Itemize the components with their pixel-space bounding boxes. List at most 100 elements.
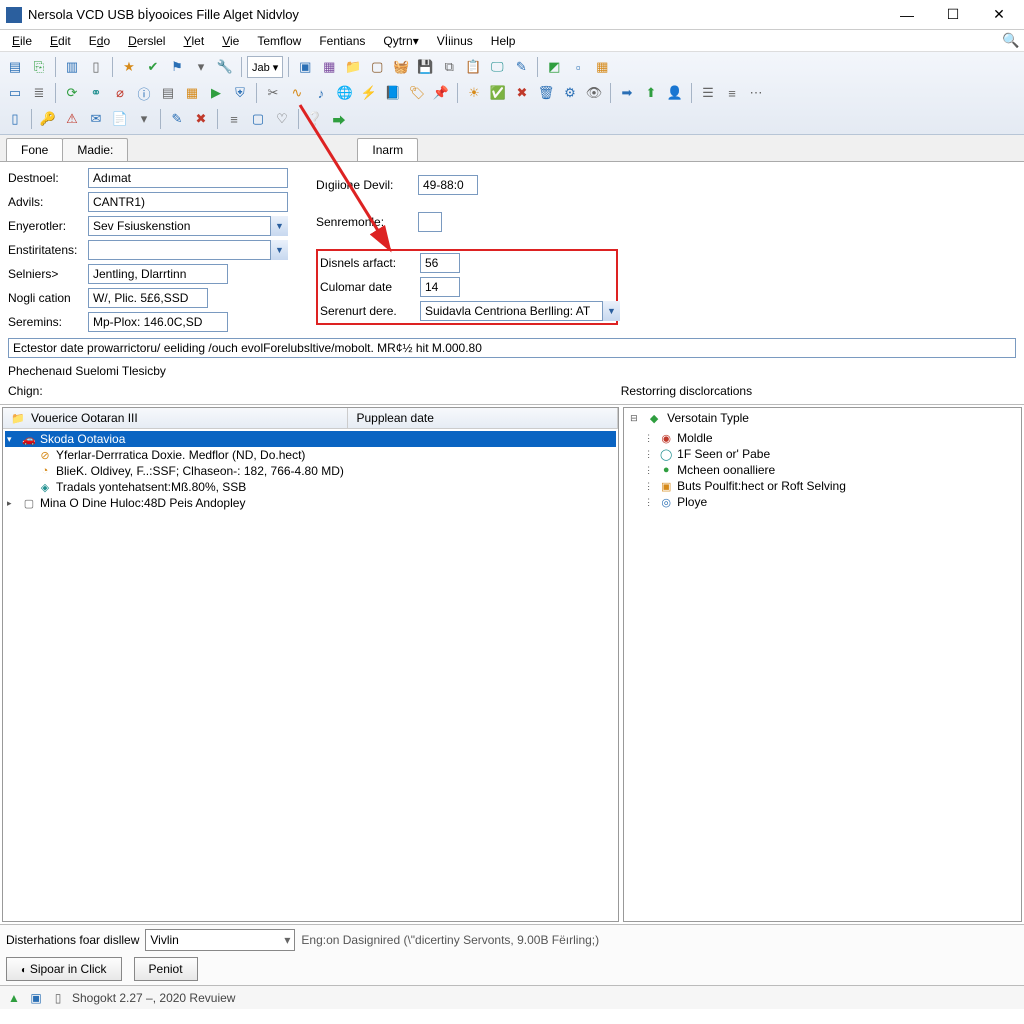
tb2-book-icon[interactable]: 📘: [382, 82, 404, 104]
peniot-button[interactable]: Peniot: [134, 957, 198, 981]
tb-pencil-icon[interactable]: ✎: [510, 56, 532, 78]
tb-copy-icon[interactable]: ⧉: [438, 56, 460, 78]
tb2-rows-icon[interactable]: ≡: [721, 82, 743, 104]
tb2-sun-icon[interactable]: ☀: [463, 82, 485, 104]
tree-row[interactable]: ⋮◉Moldle: [626, 430, 1019, 446]
tb-folder-icon[interactable]: 📁: [342, 56, 364, 78]
tb-paste-icon[interactable]: 📋: [462, 56, 484, 78]
chevron-down-icon[interactable]: ▼: [270, 240, 288, 260]
chevron-down-icon[interactable]: ▼: [270, 216, 288, 236]
maximize-button[interactable]: ☐: [930, 0, 976, 30]
tb2-user-icon[interactable]: 👤: [664, 82, 686, 104]
tb3-warn-icon[interactable]: ⚠: [61, 108, 83, 130]
menu-fentians[interactable]: Fentians: [311, 32, 373, 50]
digione-input[interactable]: [418, 175, 478, 195]
menu-file[interactable]: Eile: [4, 32, 40, 50]
tb3-heart-icon[interactable]: ♡: [271, 108, 293, 130]
tb2-unlink-icon[interactable]: ⌀: [109, 82, 131, 104]
seremins-input[interactable]: [88, 312, 228, 332]
tb3-go-icon[interactable]: ⮕: [328, 108, 350, 130]
close-button[interactable]: ✕: [976, 0, 1022, 30]
tree-row[interactable]: ⋮◯1F Seen or' Pabe: [626, 446, 1019, 462]
tree-twisty-icon[interactable]: ⊟: [630, 413, 641, 424]
tb2-list-icon[interactable]: ≣: [28, 82, 50, 104]
tb-box-icon[interactable]: ▢: [366, 56, 388, 78]
tb3-key-icon[interactable]: 🔑: [37, 108, 59, 130]
menu-temflow[interactable]: Temflow: [249, 32, 309, 50]
right-tree[interactable]: ⋮◉Moldle⋮◯1F Seen or' Pabe⋮●Mcheen oonal…: [624, 428, 1021, 512]
menu-derslel[interactable]: Derslel: [120, 32, 173, 50]
tb2-globe-icon[interactable]: 🌐: [334, 82, 356, 104]
tb2-export-icon[interactable]: ⬆: [640, 82, 662, 104]
menu-edo[interactable]: Edo: [81, 32, 118, 50]
tab-fone[interactable]: Fone: [6, 138, 63, 161]
tb-screen-icon[interactable]: 🖵: [486, 56, 508, 78]
tb2-eye-icon[interactable]: 👁: [583, 82, 605, 104]
tb-window-icon[interactable]: ▣: [294, 56, 316, 78]
menu-vie[interactable]: Vie: [214, 32, 247, 50]
tb-disk-icon[interactable]: 💾: [414, 56, 436, 78]
tb-drop-icon[interactable]: ▾: [190, 56, 212, 78]
tb3-sq-icon[interactable]: ▢: [247, 108, 269, 130]
sipoar-button[interactable]: ◐ Sipoar in Click: [6, 957, 122, 981]
tb2-refresh-icon[interactable]: ⟳: [61, 82, 83, 104]
tb-wrench-icon[interactable]: 🔧: [214, 56, 236, 78]
tb2-cancel-icon[interactable]: ✖: [511, 82, 533, 104]
tb-save-icon[interactable]: ▫: [567, 56, 589, 78]
tb-flag-icon[interactable]: ⚑: [166, 56, 188, 78]
destnool-input[interactable]: [88, 168, 288, 188]
tree-row[interactable]: ▾🚗Skoda Ootavioa: [5, 431, 616, 447]
tree-twisty-icon[interactable]: ▾: [7, 434, 18, 445]
enyerotler-combo[interactable]: [88, 216, 288, 236]
tb2-curve-icon[interactable]: ∿: [286, 82, 308, 104]
menu-ylet[interactable]: Ylet: [175, 32, 212, 50]
enstintatens-combo[interactable]: [88, 240, 288, 260]
tb2-link-icon[interactable]: ⚭: [85, 82, 107, 104]
tb-check-icon[interactable]: ✔: [142, 56, 164, 78]
tb2-pin-icon[interactable]: 📌: [430, 82, 452, 104]
tb2-ok-icon[interactable]: ✅: [487, 82, 509, 104]
tb-grid-icon[interactable]: ▦: [591, 56, 613, 78]
tb-basket-icon[interactable]: 🧺: [390, 56, 412, 78]
tb2-panel-icon[interactable]: ▤: [157, 82, 179, 104]
tb2-info-icon[interactable]: ⓘ: [133, 82, 155, 104]
tb2-more-icon[interactable]: ⋯: [745, 82, 767, 104]
culomar-input[interactable]: [420, 277, 460, 297]
tb-open-icon[interactable]: ⎘: [28, 56, 50, 78]
noglcation-input[interactable]: [88, 288, 208, 308]
tb-page-icon[interactable]: ▯: [85, 56, 107, 78]
tb2-card-icon[interactable]: ▭: [4, 82, 26, 104]
minimize-button[interactable]: —: [884, 0, 930, 30]
tree-row[interactable]: ⋮◎Ploye: [626, 494, 1019, 510]
tree-row[interactable]: ⊘Yferlar-Derrratica Doxie. Medflor (ND, …: [5, 447, 616, 463]
tree-row[interactable]: ▸▢Mina O Dine Huloc:48D Peis Andopley: [5, 495, 616, 511]
tree-row[interactable]: ⋮●Mcheen oonalliere: [626, 462, 1019, 478]
tb2-play-icon[interactable]: ▶: [205, 82, 227, 104]
tb3-drop-icon[interactable]: ▾: [133, 108, 155, 130]
tab-inarm[interactable]: Inarm: [357, 138, 418, 161]
tb2-table-icon[interactable]: ▦: [181, 82, 203, 104]
tb3-del-icon[interactable]: ✖: [190, 108, 212, 130]
tree-twisty-icon[interactable]: ▸: [7, 498, 18, 509]
left-tree[interactable]: ▾🚗Skoda Ootavioa⊘Yferlar-Derrratica Doxi…: [3, 429, 618, 513]
menu-edit[interactable]: Edit: [42, 32, 79, 50]
menu-viinus[interactable]: Vİiinus: [429, 32, 481, 50]
tb-doc-icon[interactable]: ▥: [61, 56, 83, 78]
tab-madie[interactable]: Madie:: [62, 138, 128, 161]
left-header-col1[interactable]: Vouerice Ootaran III: [31, 411, 138, 425]
tree-row[interactable]: ◈Tradals yontehatsent:Mß.80%, SSB: [5, 479, 616, 495]
tb2-arrow-icon[interactable]: ➡: [616, 82, 638, 104]
tb-cube-icon[interactable]: ◩: [543, 56, 565, 78]
menu-qytrn[interactable]: Qytrn▾: [375, 32, 426, 50]
menu-help[interactable]: Help: [483, 32, 524, 50]
tb2-cut-icon[interactable]: ✂: [262, 82, 284, 104]
tb3-doc-icon[interactable]: ▯: [4, 108, 26, 130]
senremonle-input[interactable]: [418, 212, 442, 232]
tb2-trash-icon[interactable]: 🗑: [535, 82, 557, 104]
left-header-col2[interactable]: Pupplean date: [348, 408, 618, 428]
disnels-input[interactable]: [420, 253, 460, 273]
selniers-input[interactable]: [88, 264, 228, 284]
tb2-bolt-icon[interactable]: ⚡: [358, 82, 380, 104]
tb-new-icon[interactable]: ▤: [4, 56, 26, 78]
tb3-help-icon[interactable]: ❔: [304, 108, 326, 130]
